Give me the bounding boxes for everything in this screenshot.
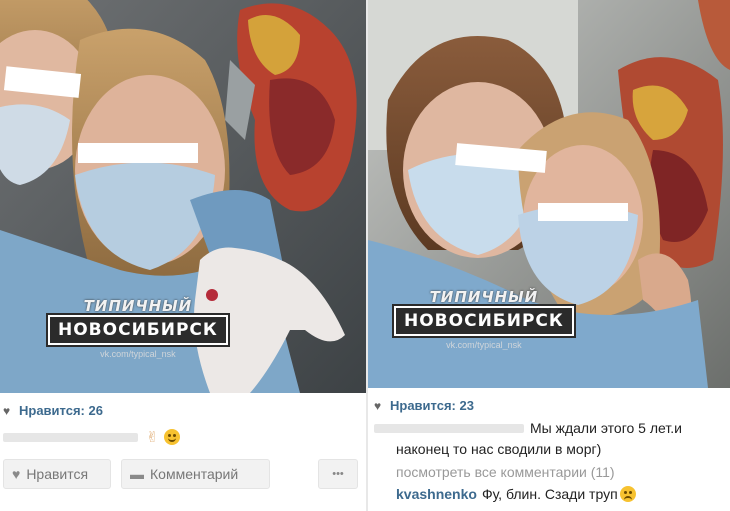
watermark-city: НОВОСИБИРСК — [392, 304, 576, 338]
caption-row-2: наконец то нас сводили в морг) — [396, 441, 601, 457]
comment-text: Фу, блин. Сзади труп — [481, 486, 618, 502]
view-all-comments-link[interactable]: посмотреть все комментарии (11) — [396, 464, 615, 480]
watermark-city: НОВОСИБИРСК — [46, 313, 230, 347]
comment-button[interactable]: ▬ Комментарий — [121, 459, 270, 489]
comment-row: kvashnenko Фу, блин. Сзади труп — [396, 486, 636, 502]
watermark-title: ТИПИЧНЫЙ — [429, 288, 539, 306]
watermark-title: ТИПИЧНЫЙ — [83, 297, 193, 315]
right-post: ТИПИЧНЫЙ НОВОСИБИРСК vk.com/typical_nsk … — [368, 0, 730, 511]
sad-face-emoji — [619, 486, 636, 502]
comment-username[interactable]: kvashnenko — [396, 486, 477, 502]
left-watermark: ТИПИЧНЫЙ НОВОСИБИРСК vk.com/typical_nsk — [46, 297, 230, 359]
heart-icon: ♥ — [3, 403, 11, 418]
redacted-username — [3, 432, 138, 442]
comment-row: ✌ — [3, 428, 180, 446]
caption-row: Мы ждали этого 5 лет.и — [374, 420, 682, 436]
more-icon: ••• — [332, 468, 344, 480]
heart-icon: ♥ — [374, 398, 382, 413]
watermark-url: vk.com/typical_nsk — [446, 340, 522, 350]
victory-hand-emoji: ✌ — [146, 429, 159, 446]
right-post-photo[interactable]: ТИПИЧНЫЙ НОВОСИБИРСК vk.com/typical_nsk — [368, 0, 730, 388]
right-watermark: ТИПИЧНЫЙ НОВОСИБИРСК vk.com/typical_nsk — [392, 288, 576, 350]
likes-label: Нравится: 26 — [19, 403, 103, 418]
left-post-photo[interactable]: ТИПИЧНЫЙ НОВОСИБИРСК vk.com/typical_nsk — [0, 0, 366, 393]
like-button[interactable]: ♥ Нравится — [3, 459, 111, 489]
likes-count[interactable]: ♥ Нравится: 26 — [3, 403, 103, 418]
view-all-comments-label: посмотреть все комментарии (11) — [396, 464, 615, 480]
grinning-face-emoji — [163, 429, 180, 445]
likes-label: Нравится: 23 — [390, 398, 474, 413]
comment-button-label: Комментарий — [150, 466, 239, 482]
caption-line-2: наконец то нас сводили в морг) — [396, 441, 602, 457]
comment-icon: ▬ — [130, 466, 144, 482]
heart-icon: ♥ — [12, 466, 21, 482]
redacted-username — [374, 423, 524, 433]
left-post: ТИПИЧНЫЙ НОВОСИБИРСК vk.com/typical_nsk … — [0, 0, 366, 511]
like-button-label: Нравится — [26, 466, 89, 482]
likes-count[interactable]: ♥ Нравится: 23 — [374, 398, 474, 413]
caption-line-1: Мы ждали этого 5 лет.и — [530, 420, 682, 436]
more-button[interactable]: ••• — [318, 459, 358, 489]
watermark-url: vk.com/typical_nsk — [100, 349, 176, 359]
